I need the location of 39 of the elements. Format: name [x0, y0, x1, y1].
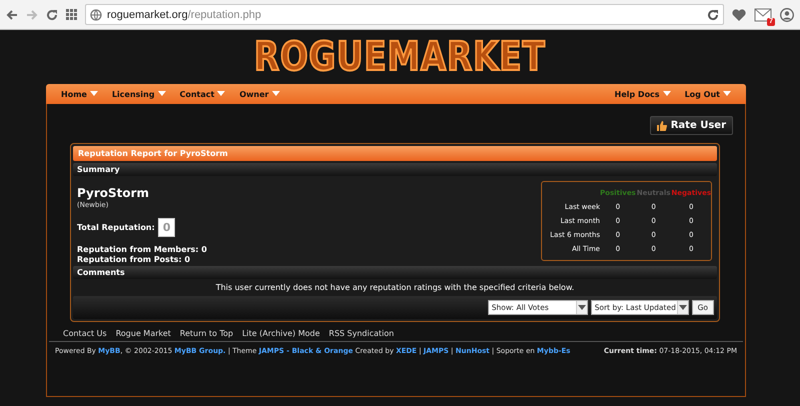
posts-reputation: Reputation from Posts: 0	[77, 255, 192, 265]
user-icon[interactable]	[780, 8, 794, 22]
section-heading: Comments	[73, 266, 717, 279]
nav-menu-item[interactable]: Log Out	[678, 90, 738, 98]
total-reputation-value: 0	[158, 218, 176, 237]
nav-menu-item[interactable]: Help Docs	[608, 90, 678, 98]
nav-menu-item[interactable]: Contact	[172, 90, 232, 98]
apps-grid-icon[interactable]	[66, 9, 77, 20]
nav-menu-item[interactable]: Owner	[232, 90, 287, 98]
caret-icon	[678, 304, 687, 310]
rate-user-button[interactable]: Rate User	[650, 116, 733, 135]
reload-icon[interactable]	[46, 8, 58, 20]
caret-icon	[217, 91, 226, 97]
globe-icon	[90, 8, 102, 20]
total-reputation-label: Total Reputation:	[77, 223, 155, 232]
nav-menu-item[interactable]: Licensing	[104, 90, 173, 98]
footer-link[interactable]: Rogue Market	[116, 329, 171, 338]
panel-title: Reputation Report for PyroStorm	[73, 146, 717, 161]
caret-icon	[158, 91, 166, 97]
caret-icon	[272, 91, 280, 97]
thumbs-up-icon	[656, 120, 667, 130]
caret-icon	[578, 304, 586, 310]
footer-link[interactable]: RSS Syndication	[328, 329, 394, 338]
username: PyroStorm	[77, 186, 150, 200]
section-heading: Summary	[73, 163, 717, 176]
footer-link[interactable]: Lite (Archive) Mode	[242, 329, 320, 338]
caret-icon	[90, 91, 98, 97]
url-text: roguemarket.org/reputation.php	[107, 8, 262, 20]
reload-icon[interactable]	[707, 8, 719, 20]
footer-link[interactable]: Contact Us	[63, 329, 107, 338]
back-icon[interactable]	[6, 8, 18, 20]
footer-link[interactable]: Return to Top	[180, 329, 234, 338]
caret-icon	[723, 91, 731, 97]
caret-icon	[662, 91, 671, 97]
nav-menu-item[interactable]: Home	[54, 90, 105, 98]
site-logo[interactable]: ROGUEMARKET	[254, 35, 546, 79]
address-bar[interactable]: roguemarket.org/reputation.php	[85, 4, 724, 25]
heart-icon[interactable]	[732, 8, 746, 20]
members-reputation: Reputation from Members: 0	[77, 245, 208, 255]
